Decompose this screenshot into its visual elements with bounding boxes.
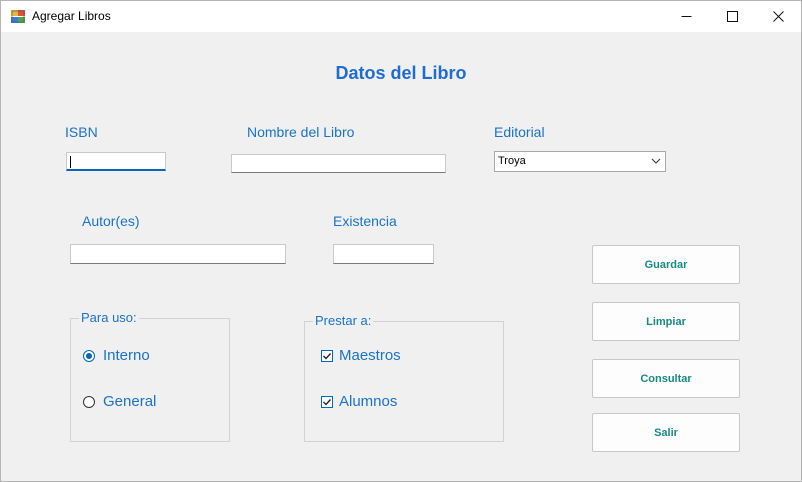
minimize-icon <box>681 16 691 17</box>
nombre-label: Nombre del Libro <box>247 124 355 140</box>
nombre-input[interactable] <box>231 154 446 173</box>
para-uso-group: Para uso: Interno General <box>70 310 230 442</box>
prestar-group: Prestar a: Maestros Alumnos <box>304 313 504 442</box>
checkmark-icon <box>323 399 332 406</box>
radio-interno[interactable] <box>83 350 95 362</box>
editorial-value: Troya <box>498 155 526 167</box>
chevron-down-icon <box>651 158 661 164</box>
autor-label: Autor(es) <box>82 213 140 229</box>
window: Agregar Libros Datos del Libro ISBN Nomb… <box>0 0 802 482</box>
text-caret <box>70 156 71 168</box>
close-button[interactable] <box>755 1 801 32</box>
close-icon <box>772 11 784 22</box>
guardar-button[interactable]: Guardar <box>592 245 740 284</box>
minimize-button[interactable] <box>663 1 709 32</box>
isbn-input[interactable] <box>66 152 166 171</box>
app-icon <box>11 10 25 23</box>
checkbox-maestros-label[interactable]: Maestros <box>339 347 401 364</box>
prestar-title: Prestar a: <box>313 313 374 328</box>
window-title: Agregar Libros <box>32 9 111 23</box>
maximize-icon <box>726 11 738 22</box>
radio-general-label[interactable]: General <box>103 393 156 410</box>
checkbox-alumnos[interactable] <box>321 396 333 408</box>
para-uso-title: Para uso: <box>79 310 139 325</box>
isbn-label: ISBN <box>65 124 98 140</box>
checkbox-maestros[interactable] <box>321 350 333 362</box>
existencia-label: Existencia <box>333 213 397 229</box>
title-bar: Agregar Libros <box>1 1 801 32</box>
consultar-button[interactable]: Consultar <box>592 359 740 398</box>
existencia-input[interactable] <box>333 244 434 264</box>
checkbox-alumnos-label[interactable]: Alumnos <box>339 393 397 410</box>
page-title: Datos del Libro <box>335 63 467 83</box>
checkmark-icon <box>323 353 332 360</box>
editorial-label: Editorial <box>494 124 545 140</box>
salir-button[interactable]: Salir <box>592 413 740 452</box>
limpiar-button[interactable]: Limpiar <box>592 302 740 341</box>
radio-interno-label[interactable]: Interno <box>103 347 150 364</box>
editorial-select[interactable]: Troya <box>494 151 666 172</box>
radio-general[interactable] <box>83 396 95 408</box>
autor-input[interactable] <box>70 244 286 264</box>
maximize-button[interactable] <box>709 1 755 32</box>
